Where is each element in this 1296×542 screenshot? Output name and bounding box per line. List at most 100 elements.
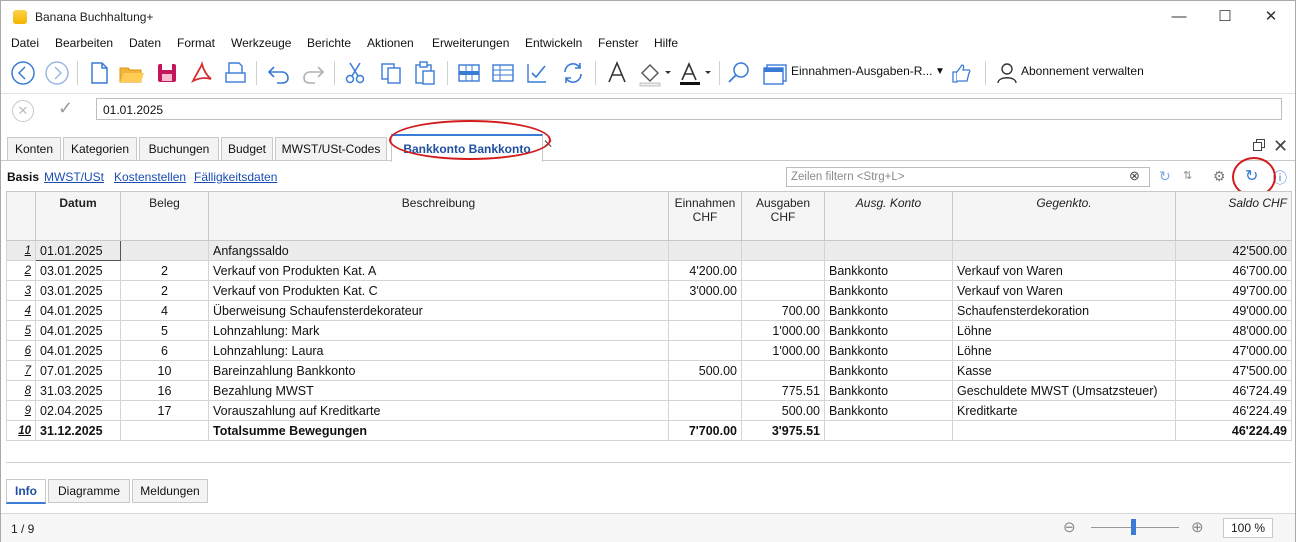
cell-beleg[interactable] [120, 240, 209, 261]
save-icon[interactable] [153, 59, 181, 87]
cell-beschreibung[interactable]: Überweisung Schaufensterdekorateur [208, 300, 669, 321]
cell-einnahmen[interactable] [668, 300, 742, 321]
menu-fenster[interactable]: Fenster [598, 36, 639, 50]
cell-ausgaben[interactable] [741, 240, 825, 261]
check-icon[interactable] [523, 59, 551, 87]
cell-ausg-konto[interactable]: Bankkonto [824, 340, 953, 361]
thumbs-up-icon[interactable] [947, 59, 975, 87]
sort-az-icon[interactable]: ⇅ [1183, 169, 1192, 182]
view-kostenstellen[interactable]: Kostenstellen [114, 170, 186, 184]
cell-ausgaben[interactable]: 500.00 [741, 400, 825, 421]
cell-beschreibung[interactable]: Verkauf von Produkten Kat. A [208, 260, 669, 281]
insert-row-icon[interactable] [455, 59, 483, 87]
minimize-button[interactable]: — [1156, 1, 1202, 33]
view-faelligkeitsdaten[interactable]: Fälligkeitsdaten [194, 170, 277, 184]
table-columns-icon[interactable] [489, 59, 517, 87]
table-row[interactable]: 7 07.01.2025 10 Bareinzahlung Bankkonto 500.… [6, 360, 1292, 381]
search-icon[interactable] [725, 59, 753, 87]
cell-gegenkto[interactable]: Verkauf von Waren [952, 260, 1176, 281]
refresh-filter-icon[interactable]: ↻ [1159, 168, 1171, 185]
cell-ausgaben[interactable] [741, 280, 825, 301]
splitter[interactable] [6, 462, 1291, 469]
cell-ausg-konto[interactable]: Bankkonto [824, 400, 953, 421]
cell-beschreibung[interactable]: Lohnzahlung: Mark [208, 320, 669, 341]
cell-gegenkto[interactable]: Verkauf von Waren [952, 280, 1176, 301]
cell-gegenkto[interactable]: Schaufensterdekoration [952, 300, 1176, 321]
cell-saldo[interactable]: 42'500.00 [1175, 240, 1292, 261]
cell-ausgaben[interactable]: 3'975.51 [741, 420, 825, 441]
col-einnahmen[interactable]: Einnahmen CHF [668, 191, 742, 241]
cell-gegenkto[interactable] [952, 420, 1176, 441]
cell-beschreibung[interactable]: Vorauszahlung auf Kreditkarte [208, 400, 669, 421]
col-ausgaben[interactable]: Ausgaben CHF [741, 191, 825, 241]
cell-beschreibung[interactable]: Totalsumme Bewegungen [208, 420, 669, 441]
cut-icon[interactable] [341, 59, 369, 87]
menu-datei[interactable]: Datei [11, 36, 39, 50]
back-icon[interactable] [9, 59, 37, 87]
cell-saldo[interactable]: 47'000.00 [1175, 340, 1292, 361]
settings-gear-icon[interactable]: ⚙ [1213, 168, 1226, 185]
menu-berichte[interactable]: Berichte [307, 36, 351, 50]
col-beleg[interactable]: Beleg [120, 191, 209, 241]
cell-beleg[interactable]: 2 [120, 260, 209, 281]
zoom-in-icon[interactable]: ⊕ [1191, 518, 1204, 536]
cell-ausg-konto[interactable]: Bankkonto [824, 280, 953, 301]
table-row[interactable]: 1 01.01.2025 Anfangssaldo 42'500.00 [6, 240, 1292, 261]
row-number[interactable]: 10 [6, 420, 36, 441]
menu-hilfe[interactable]: Hilfe [654, 36, 678, 50]
cell-einnahmen[interactable] [668, 240, 742, 261]
cell-einnahmen[interactable] [668, 340, 742, 361]
cell-beschreibung[interactable]: Anfangssaldo [208, 240, 669, 261]
cell-ausg-konto[interactable]: Bankkonto [824, 260, 953, 281]
col-beschreibung[interactable]: Beschreibung [208, 191, 669, 241]
cell-beleg[interactable]: 16 [120, 380, 209, 401]
chevron-down-icon[interactable]: ▼ [935, 66, 945, 77]
cell-beleg[interactable]: 4 [120, 300, 209, 321]
cell-datum[interactable]: 07.01.2025 [35, 360, 121, 381]
col-saldo[interactable]: Saldo CHF [1175, 191, 1292, 241]
cell-datum[interactable]: 03.01.2025 [35, 260, 121, 281]
menu-daten[interactable]: Daten [129, 36, 161, 50]
cell-beleg[interactable]: 5 [120, 320, 209, 341]
view-basis[interactable]: Basis [7, 170, 39, 184]
cell-ausgaben[interactable] [741, 360, 825, 381]
row-number[interactable]: 3 [6, 280, 36, 301]
row-filter-input[interactable]: Zeilen filtern <Strg+L> [786, 167, 1150, 187]
cell-ausg-konto[interactable]: Bankkonto [824, 360, 953, 381]
cell-datum[interactable]: 04.01.2025 [35, 320, 121, 341]
cell-beleg[interactable]: 2 [120, 280, 209, 301]
font-icon[interactable] [603, 59, 631, 87]
text-color-icon[interactable] [677, 59, 715, 87]
cell-datum[interactable]: 31.12.2025 [35, 420, 121, 441]
cell-gegenkto[interactable]: Löhne [952, 320, 1176, 341]
copy-icon[interactable] [377, 59, 405, 87]
undo-icon[interactable] [265, 59, 293, 87]
menu-aktionen[interactable]: Aktionen [367, 36, 414, 50]
cell-saldo[interactable]: 46'700.00 [1175, 260, 1292, 281]
cell-ausgaben[interactable] [741, 260, 825, 281]
table-row[interactable]: 9 02.04.2025 17 Vorauszahlung auf Kreditkar… [6, 400, 1292, 421]
cell-editor-input[interactable]: 01.01.2025 [96, 98, 1282, 120]
col-datum[interactable]: Datum [35, 191, 121, 241]
table-row[interactable]: 10 31.12.2025 Totalsumme Bewegungen 7'700.0… [6, 420, 1292, 441]
restore-view-icon[interactable] [1253, 139, 1265, 151]
row-number[interactable]: 2 [6, 260, 36, 281]
tab-budget[interactable]: Budget [221, 137, 273, 160]
menu-werkzeuge[interactable]: Werkzeuge [231, 36, 291, 50]
layout-icon[interactable] [761, 59, 789, 87]
cell-saldo[interactable]: 46'724.49 [1175, 380, 1292, 401]
subscription-button[interactable]: Abonnement verwalten [1021, 64, 1144, 78]
cell-einnahmen[interactable]: 500.00 [668, 360, 742, 381]
cell-saldo[interactable]: 48'000.00 [1175, 320, 1292, 341]
cell-ausg-konto[interactable]: Bankkonto [824, 380, 953, 401]
menu-bearbeiten[interactable]: Bearbeiten [55, 36, 113, 50]
table-row[interactable]: 6 04.01.2025 6 Lohnzahlung: Laura 1'000.00 Ba… [6, 340, 1292, 361]
cell-einnahmen[interactable] [668, 380, 742, 401]
paste-icon[interactable] [411, 59, 439, 87]
tab-konten[interactable]: Konten [7, 137, 61, 160]
recalculate-icon[interactable] [559, 59, 587, 87]
tab-mwst-codes[interactable]: MWST/USt-Codes [275, 137, 387, 160]
view-mwst[interactable]: MWST/USt [44, 170, 104, 184]
cell-ausgaben[interactable]: 1'000.00 [741, 340, 825, 361]
cell-ausg-konto[interactable]: Bankkonto [824, 300, 953, 321]
